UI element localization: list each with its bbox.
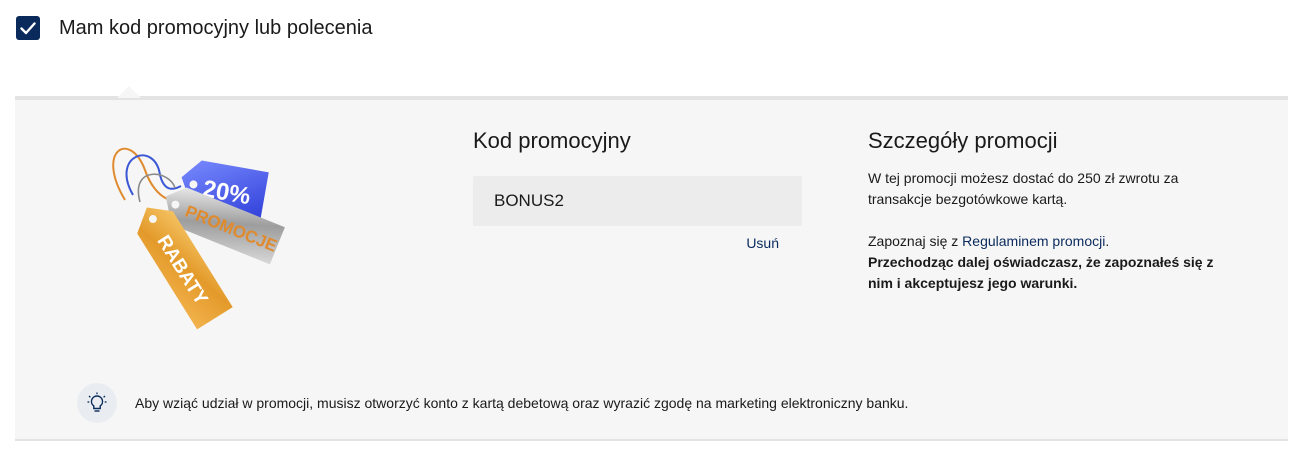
promo-code-title: Kod promocyjny	[473, 128, 631, 153]
promo-code-input[interactable]	[473, 176, 802, 226]
promo-code-checkbox-row[interactable]: Mam kod promocyjny lub polecenia	[16, 16, 373, 40]
rules-prefix: Zapoznaj się z	[868, 233, 963, 249]
promo-tags-illustration: 20% PROMOCJE RABATY	[112, 147, 285, 330]
promo-info-text: Aby wziąć udział w promocji, musisz otwo…	[135, 395, 909, 411]
promo-code-section: Kod promocyjny Usuń	[473, 128, 803, 251]
lightbulb-icon	[77, 383, 117, 423]
promo-description: W tej promocji możesz dostać do 250 zł z…	[868, 170, 1179, 207]
promo-details-title: Szczegóły promocji	[868, 128, 1058, 153]
consent-statement: Przechodząc dalej oświadczasz, że zapozn…	[868, 254, 1214, 291]
promo-code-checkbox-label[interactable]: Mam kod promocyjny lub polecenia	[59, 17, 373, 40]
panel-notch	[117, 86, 141, 98]
promo-info-row: Aby wziąć udział w promocji, musisz otwo…	[77, 383, 908, 423]
promo-panel: 20% PROMOCJE RABATY Kod promocyjny Usuń …	[15, 86, 1288, 441]
rules-paragraph: Zapoznaj się z Regulaminem promocji. Prz…	[868, 231, 1218, 294]
promo-details-section: Szczegóły promocji W tej promocji możesz…	[868, 128, 1218, 294]
rules-suffix: .	[1105, 233, 1110, 249]
promo-code-checkbox[interactable]	[16, 16, 40, 40]
remove-code-link[interactable]: Usuń	[473, 235, 803, 251]
checkmark-icon	[20, 21, 36, 34]
rules-link[interactable]: Regulaminem promocji	[962, 233, 1105, 249]
